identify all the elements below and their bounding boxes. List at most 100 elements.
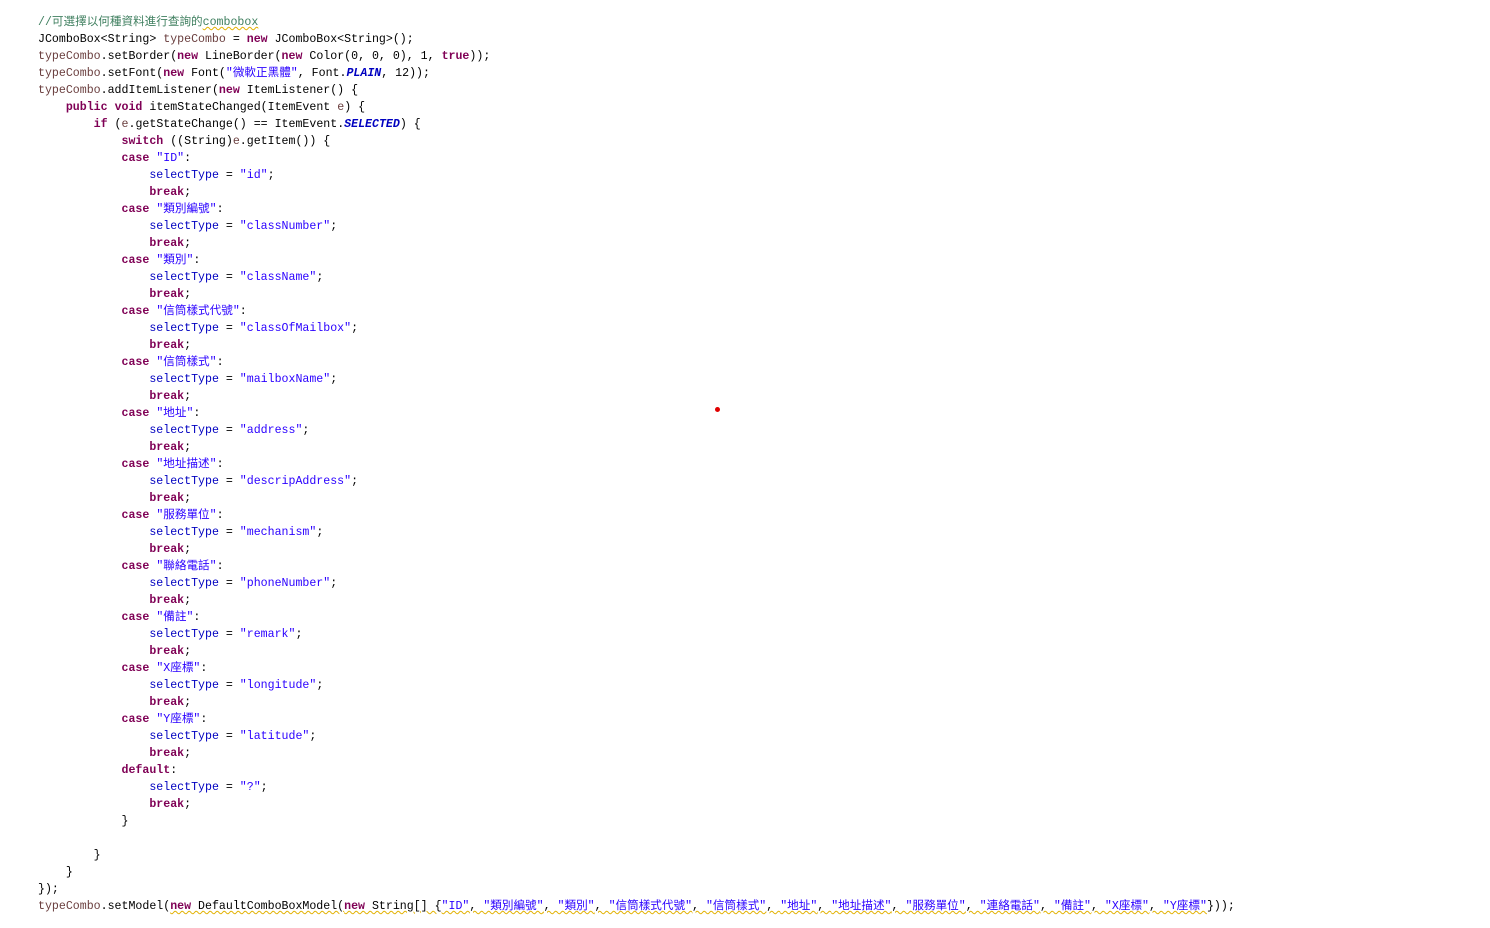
code-token: ) { [344, 101, 366, 114]
code-line[interactable]: break; [38, 490, 1490, 507]
code-line[interactable]: selectType = "className"; [38, 269, 1490, 286]
code-line[interactable]: case "地址描述": [38, 456, 1490, 473]
code-token: DefaultComboBoxModel( [191, 900, 345, 913]
code-line[interactable]: default: [38, 762, 1490, 779]
code-token: "備註" [1053, 900, 1091, 913]
code-token: break [149, 390, 185, 403]
code-line[interactable]: typeCombo.setBorder(new LineBorder(new C… [38, 48, 1490, 65]
code-line[interactable]: selectType = "mailboxName"; [38, 371, 1490, 388]
code-token: = [218, 271, 240, 284]
code-line[interactable]: typeCombo.setFont(new Font("微軟正黑體", Font… [38, 65, 1490, 82]
code-line[interactable]: case "Y座標": [38, 711, 1490, 728]
code-line[interactable]: case "類別": [38, 252, 1490, 269]
code-token: ) { [399, 118, 421, 131]
code-token: case [121, 713, 150, 726]
code-line[interactable]: break; [38, 796, 1490, 813]
code-line[interactable]: selectType = "id"; [38, 167, 1490, 184]
code-token: : [216, 509, 224, 522]
code-line[interactable]: selectType = "remark"; [38, 626, 1490, 643]
code-token: } [38, 866, 73, 879]
code-line[interactable]: //可選擇以何種資料進行查詢的combobox [38, 14, 1490, 31]
code-line[interactable]: switch ((String)e.getItem()) { [38, 133, 1490, 150]
code-token: , Font. [297, 67, 347, 80]
code-token: "ID" [156, 152, 185, 165]
code-token: ; [316, 526, 324, 539]
code-line[interactable]: } [38, 847, 1490, 864]
code-line[interactable]: case "地址": [38, 405, 1490, 422]
code-line[interactable]: break; [38, 286, 1490, 303]
code-line[interactable]: selectType = "descripAddress"; [38, 473, 1490, 490]
code-line[interactable]: break; [38, 388, 1490, 405]
code-line[interactable]: public void itemStateChanged(ItemEvent e… [38, 99, 1490, 116]
code-line[interactable]: selectType = "latitude"; [38, 728, 1490, 745]
code-token: .setBorder( [100, 50, 178, 63]
code-line[interactable]: case "聯絡電話": [38, 558, 1490, 575]
code-line[interactable]: case "信筒樣式代號": [38, 303, 1490, 320]
code-line[interactable]: selectType = "?"; [38, 779, 1490, 796]
code-line[interactable]: } [38, 864, 1490, 881]
code-line[interactable]: break; [38, 694, 1490, 711]
code-token: ; [330, 577, 338, 590]
code-token: = [218, 577, 240, 590]
code-line[interactable]: }); [38, 881, 1490, 898]
code-editor[interactable]: //可選擇以何種資料進行查詢的combobox JComboBox<String>… [38, 14, 1490, 928]
code-line[interactable]: if (e.getStateChange() == ItemEvent.SELE… [38, 116, 1490, 133]
code-token: : [193, 611, 201, 624]
code-line[interactable]: JComboBox<String> typeCombo = new JCombo… [38, 31, 1490, 48]
code-token: ; [184, 441, 192, 454]
code-token: case [121, 305, 150, 318]
code-token: case [121, 254, 150, 267]
code-line[interactable]: selectType = "address"; [38, 422, 1490, 439]
code-token: "id" [239, 169, 268, 182]
code-token: ; [295, 628, 303, 641]
code-token: typeCombo [38, 50, 101, 63]
code-line[interactable]: break; [38, 235, 1490, 252]
code-line[interactable]: typeCombo.addItemListener(new ItemListen… [38, 82, 1490, 99]
code-line[interactable]: selectType = "longitude"; [38, 677, 1490, 694]
code-line[interactable]: selectType = "classOfMailbox"; [38, 320, 1490, 337]
code-token: break [149, 696, 185, 709]
code-line[interactable]: case "備註": [38, 609, 1490, 626]
code-token: "remark" [239, 628, 296, 641]
code-line[interactable]: case "信筒樣式": [38, 354, 1490, 371]
code-line[interactable]: break; [38, 592, 1490, 609]
code-token: itemStateChanged(ItemEvent [142, 101, 338, 114]
code-token: : [193, 254, 201, 267]
code-line[interactable]: typeCombo.setModel(new DefaultComboBoxMo… [38, 898, 1490, 915]
code-token: "地址" [780, 900, 818, 913]
code-token: = [218, 679, 240, 692]
code-line[interactable]: break; [38, 184, 1490, 201]
code-token: break [149, 798, 185, 811]
code-line[interactable]: case "服務單位": [38, 507, 1490, 524]
code-token: selectType [149, 322, 219, 335]
code-line[interactable] [38, 830, 1490, 847]
code-line[interactable]: case "X座標": [38, 660, 1490, 677]
code-line[interactable]: selectType = "mechanism"; [38, 524, 1490, 541]
code-token: selectType [149, 424, 219, 437]
code-token: selectType [149, 577, 219, 590]
code-line[interactable]: break; [38, 337, 1490, 354]
code-line[interactable]: case "類別編號": [38, 201, 1490, 218]
code-token: }); [38, 883, 59, 896]
code-line[interactable]: case "ID": [38, 150, 1490, 167]
code-line[interactable]: break; [38, 439, 1490, 456]
code-token: break [149, 288, 185, 301]
code-line[interactable]: selectType = "classNumber"; [38, 218, 1490, 235]
code-line[interactable]: } [38, 813, 1490, 830]
code-line[interactable]: break; [38, 745, 1490, 762]
code-line[interactable]: selectType = "phoneNumber"; [38, 575, 1490, 592]
code-token: = [218, 781, 240, 794]
code-token: "ID" [441, 900, 470, 913]
code-line[interactable]: break; [38, 541, 1490, 558]
code-line[interactable]: break; [38, 643, 1490, 660]
code-token: ; [184, 747, 192, 760]
